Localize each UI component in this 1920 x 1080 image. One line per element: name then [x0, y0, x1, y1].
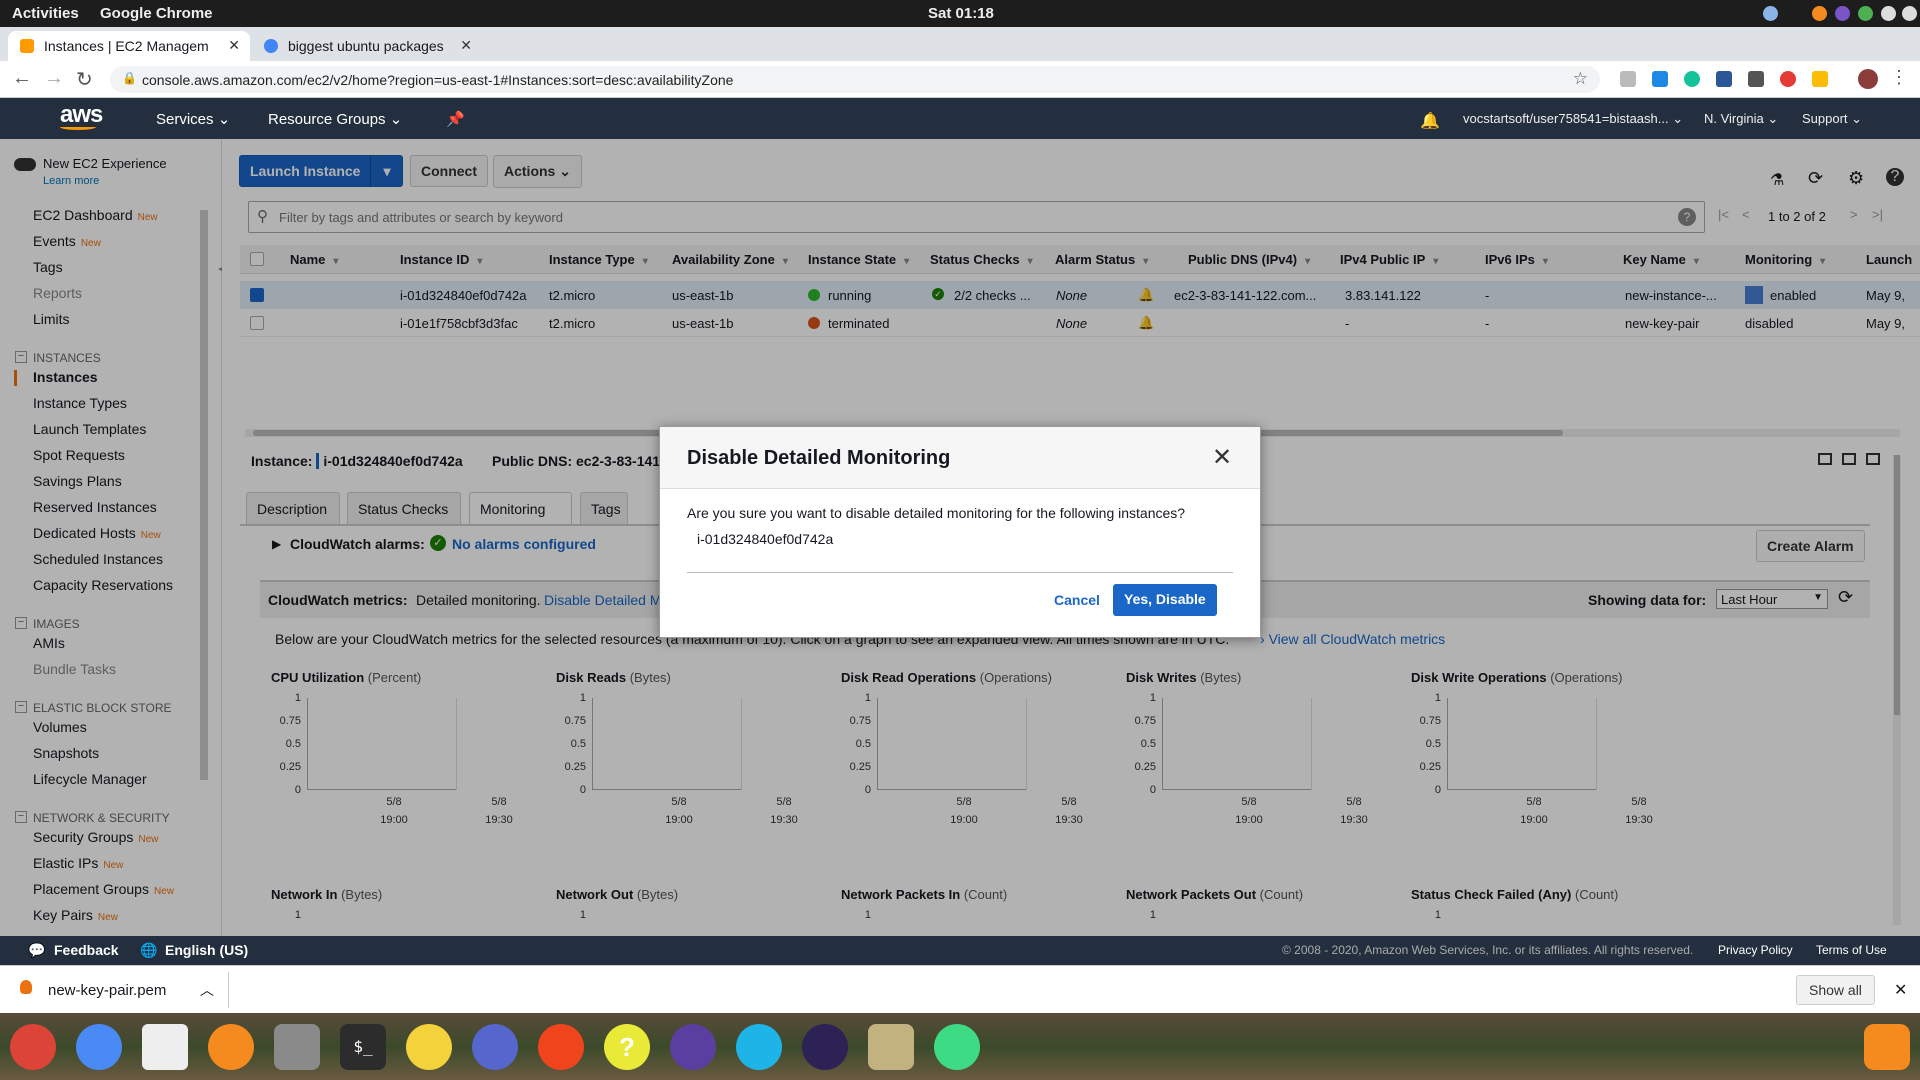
aws-footer: 💬 Feedback 🌐 English (US) © 2008 - 2020,…: [0, 936, 1920, 965]
power-icon[interactable]: [1902, 6, 1917, 21]
language-selector[interactable]: English (US): [165, 942, 248, 958]
back-icon[interactable]: ←: [12, 67, 32, 90]
close-tab-icon[interactable]: ✕: [228, 37, 240, 54]
grammarly-icon[interactable]: [1684, 71, 1700, 87]
dock: $_ ?: [0, 1013, 1920, 1080]
resource-groups-menu[interactable]: Resource Groups ⌄: [268, 110, 402, 128]
services-menu[interactable]: Services ⌄: [156, 110, 230, 128]
account-menu[interactable]: vocstartsoft/user758541=bistaash... ⌄: [1463, 111, 1683, 127]
gnome-top-bar: Activities Google Chrome Sat 01:18: [0, 0, 1920, 27]
network-icon[interactable]: [1881, 6, 1896, 21]
feedback-icon: 💬: [28, 942, 46, 958]
yes-disable-button[interactable]: Yes, Disable: [1113, 584, 1217, 616]
url-text: console.aws.amazon.com/ec2/v2/home?regio…: [142, 72, 734, 88]
download-chevron-icon[interactable]: ︿: [200, 980, 214, 1000]
extension-icon[interactable]: [1652, 71, 1668, 87]
archive-icon[interactable]: [868, 1024, 914, 1070]
extension-icon[interactable]: [1748, 71, 1764, 87]
music-icon[interactable]: [406, 1024, 452, 1070]
cancel-button[interactable]: Cancel: [1054, 592, 1100, 608]
document-icon[interactable]: [472, 1024, 518, 1070]
tray-icon[interactable]: [1858, 6, 1873, 21]
show-all-button[interactable]: Show all: [1796, 975, 1875, 1005]
activities-button[interactable]: Activities: [12, 5, 79, 22]
globe-icon: 🌐: [140, 942, 158, 958]
tab-title: biggest ubuntu packages: [288, 38, 444, 54]
dialog-message: Are you sure you want to disable detaile…: [687, 505, 1186, 521]
forward-icon[interactable]: →: [44, 67, 64, 90]
vlc-tray-icon[interactable]: [1812, 6, 1827, 21]
webcam-icon[interactable]: [736, 1024, 782, 1070]
chrome-menu-icon[interactable]: ⋮: [1890, 67, 1908, 88]
bookmark-star-icon[interactable]: ☆: [1573, 69, 1588, 89]
tab-title: Instances | EC2 Managem: [44, 38, 209, 54]
extension-icon[interactable]: [1620, 71, 1636, 87]
privacy-link[interactable]: Privacy Policy: [1718, 943, 1793, 957]
lock-icon: 🔒: [122, 71, 137, 85]
aws-smile-icon: [60, 124, 96, 130]
weather-icon[interactable]: [1763, 6, 1778, 21]
download-filename[interactable]: new-key-pair.pem: [48, 982, 166, 999]
terms-link[interactable]: Terms of Use: [1816, 943, 1887, 957]
dialog-header: Disable Detailed Monitoring ✕: [660, 427, 1260, 489]
google-favicon-icon: [264, 39, 278, 53]
feedback-link[interactable]: Feedback: [54, 942, 119, 958]
aws-favicon-icon: [20, 39, 34, 53]
copyright-text: © 2008 - 2020, Amazon Web Services, Inc.…: [1282, 943, 1694, 957]
eclipse-icon[interactable]: [802, 1024, 848, 1070]
help-app-icon[interactable]: ?: [604, 1024, 650, 1070]
extension-icon[interactable]: [1716, 71, 1732, 87]
tray-icon[interactable]: [1835, 6, 1850, 21]
chrome-icon[interactable]: [10, 1024, 56, 1070]
app-menu[interactable]: Google Chrome: [100, 5, 213, 22]
dialog-title: Disable Detailed Monitoring: [687, 447, 951, 469]
show-apps-icon[interactable]: [1864, 1024, 1910, 1070]
bell-icon[interactable]: 🔔: [1420, 111, 1440, 131]
firefox-icon[interactable]: [208, 1024, 254, 1070]
dialog-divider: [687, 572, 1233, 573]
close-tab-icon[interactable]: ✕: [460, 37, 472, 54]
disable-monitoring-dialog: Disable Detailed Monitoring ✕ Are you su…: [659, 426, 1261, 638]
clock[interactable]: Sat 01:18: [928, 5, 994, 22]
profile-avatar[interactable]: [1858, 69, 1878, 89]
aws-header: aws Services ⌄ Resource Groups ⌄ 📌 🔔 voc…: [0, 98, 1920, 139]
extension-icon[interactable]: [1780, 71, 1796, 87]
drive-icon[interactable]: [1812, 71, 1828, 87]
file-icon: [20, 980, 32, 994]
reload-icon[interactable]: ↻: [76, 67, 93, 92]
mail-icon[interactable]: [670, 1024, 716, 1070]
download-app-icon[interactable]: [538, 1024, 584, 1070]
region-menu[interactable]: N. Virginia ⌄: [1704, 111, 1778, 127]
download-bar: new-key-pair.pem ︿ Show all ✕: [0, 965, 1920, 1013]
android-studio-icon[interactable]: [934, 1024, 980, 1070]
address-bar[interactable]: 🔒 console.aws.amazon.com/ec2/v2/home?reg…: [110, 66, 1600, 93]
toolbar: ← → ↻ 🔒 console.aws.amazon.com/ec2/v2/ho…: [0, 61, 1920, 98]
close-download-bar-icon[interactable]: ✕: [1894, 980, 1907, 1000]
tab-strip: Instances | EC2 Managem ✕ biggest ubuntu…: [0, 27, 1920, 83]
pin-icon[interactable]: 📌: [446, 110, 465, 128]
files-icon[interactable]: [274, 1024, 320, 1070]
chromium-icon[interactable]: [76, 1024, 122, 1070]
close-icon[interactable]: ✕: [1212, 443, 1232, 472]
tab-search[interactable]: biggest ubuntu packages ✕: [252, 31, 482, 61]
support-menu[interactable]: Support ⌄: [1802, 111, 1862, 127]
dialog-instance-id: i-01d324840ef0d742a: [697, 531, 834, 547]
tab-ec2[interactable]: Instances | EC2 Managem ✕: [8, 31, 250, 61]
settings-app-icon[interactable]: [142, 1024, 188, 1070]
terminal-icon[interactable]: $_: [340, 1024, 386, 1070]
